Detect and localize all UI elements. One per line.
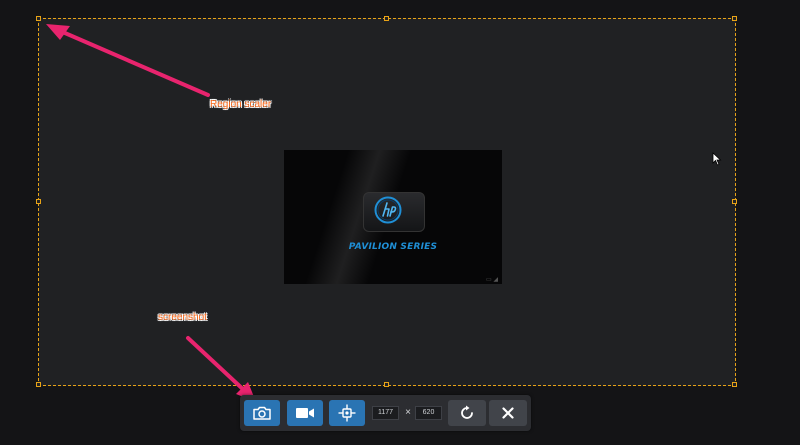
capture-toolbar: 1177 × 620 <box>240 395 531 431</box>
region-handle-middle-left[interactable] <box>36 199 41 204</box>
region-handle-top-left[interactable] <box>36 16 41 21</box>
width-input[interactable]: 1177 <box>372 406 399 420</box>
video-camera-icon <box>296 408 314 418</box>
region-handle-bottom-right[interactable] <box>732 382 737 387</box>
brand-text: PAVILION SERIES <box>348 242 438 252</box>
target-window-button[interactable] <box>329 400 365 426</box>
close-icon <box>502 407 514 419</box>
screenshot-button[interactable] <box>244 400 280 426</box>
reset-button[interactable] <box>448 400 486 426</box>
screen-preview: PAVILION SERIES ▭ ◢ <box>284 150 502 284</box>
close-button[interactable] <box>489 400 527 426</box>
rotate-icon <box>461 405 473 419</box>
region-handle-bottom-left[interactable] <box>36 382 41 387</box>
hp-logo-icon <box>374 196 402 224</box>
crosshair-icon <box>338 404 356 422</box>
annotation-screenshot: screenshot <box>158 312 207 323</box>
camera-icon <box>253 406 271 420</box>
dimension-separator: × <box>405 407 411 418</box>
annotation-region-scaler: Region scaler <box>210 99 272 110</box>
preview-status-icons: ▭ ◢ <box>486 277 498 283</box>
mouse-cursor-icon <box>712 152 722 166</box>
height-input[interactable]: 620 <box>415 406 442 420</box>
region-handle-bottom-center[interactable] <box>384 382 389 387</box>
record-video-button[interactable] <box>287 400 323 426</box>
region-handle-middle-right[interactable] <box>732 199 737 204</box>
region-handle-top-center[interactable] <box>384 16 389 21</box>
region-handle-top-right[interactable] <box>732 16 737 21</box>
